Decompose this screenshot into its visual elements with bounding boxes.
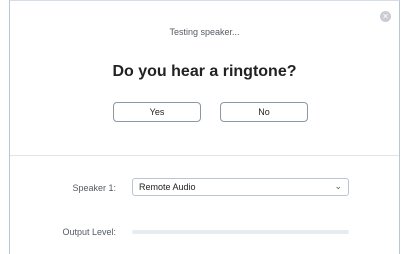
speaker-select[interactable]: Remote Audio ⌄ xyxy=(132,178,349,196)
speaker-label: Speaker 1: xyxy=(72,183,116,193)
output-level-meter xyxy=(132,230,349,234)
divider xyxy=(10,155,399,156)
close-icon[interactable]: ✕ xyxy=(380,11,391,22)
output-level-label: Output Level: xyxy=(62,227,116,237)
speaker-test-dialog: ✕ Testing speaker... Do you hear a ringt… xyxy=(9,0,400,254)
chevron-down-icon: ⌄ xyxy=(334,181,342,191)
speaker-selected-value: Remote Audio xyxy=(139,182,196,192)
status-text: Testing speaker... xyxy=(169,27,240,37)
yes-button[interactable]: Yes xyxy=(113,102,201,122)
question-heading: Do you hear a ringtone? xyxy=(112,63,297,80)
no-button[interactable]: No xyxy=(220,102,308,122)
